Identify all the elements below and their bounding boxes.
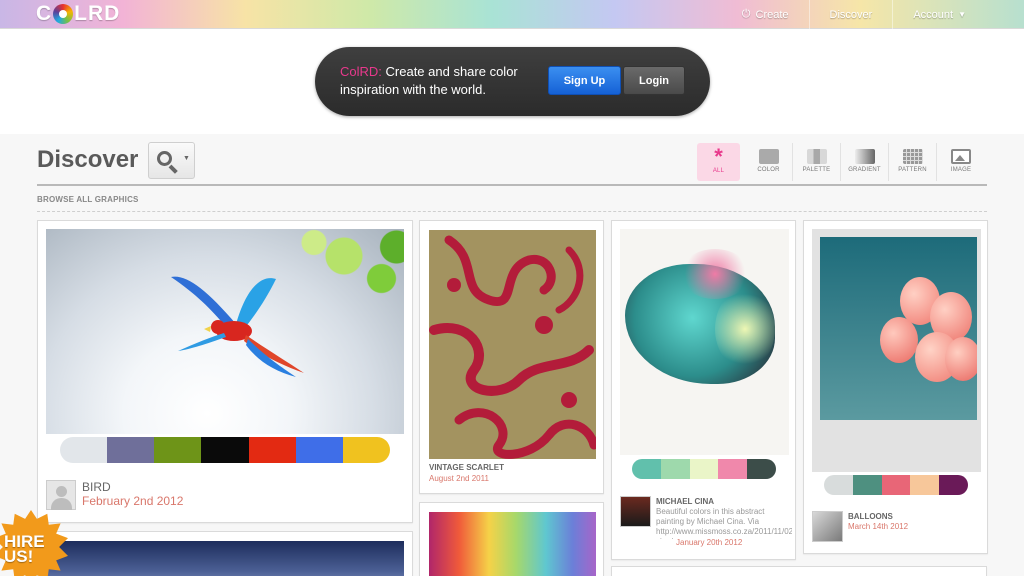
top-bar: C LRD ⏻ Create Discover Account ▼ bbox=[0, 0, 1024, 29]
logo-letters-lrd: LRD bbox=[74, 2, 121, 25]
filter-image[interactable]: IMAGE bbox=[937, 143, 985, 181]
vintage-scarlet-pattern[interactable] bbox=[429, 230, 596, 459]
caret-down-icon: ▼ bbox=[958, 10, 966, 19]
swatch-6[interactable] bbox=[295, 437, 343, 463]
chevron-down-icon: ▼ bbox=[183, 155, 190, 162]
abstract-painting-image[interactable] bbox=[620, 229, 789, 455]
balloon-3 bbox=[880, 317, 918, 363]
graphic-card-michael-cina[interactable]: MICHAEL CINA Beautiful colors in this ab… bbox=[611, 220, 796, 560]
swatch-2[interactable] bbox=[852, 475, 882, 495]
swatch-3[interactable] bbox=[689, 459, 719, 479]
filter-pattern[interactable]: PATTERN bbox=[889, 143, 937, 181]
swatch-2[interactable] bbox=[107, 437, 155, 463]
balloon-5 bbox=[945, 337, 977, 381]
nav-discover[interactable]: Discover bbox=[808, 0, 893, 29]
swatch-5[interactable] bbox=[747, 459, 776, 479]
swatch-5[interactable] bbox=[939, 475, 968, 495]
nav-create-label: Create bbox=[755, 8, 789, 21]
swatch-1[interactable] bbox=[60, 437, 108, 463]
color-icon bbox=[758, 149, 779, 164]
login-button[interactable]: Login bbox=[623, 66, 685, 95]
graphic-card-forest[interactable] bbox=[37, 531, 413, 576]
author-avatar[interactable] bbox=[620, 496, 651, 527]
asterisk-icon: * bbox=[714, 144, 723, 169]
palette-icon bbox=[806, 149, 827, 164]
graphic-type-filters: * ALL COLOR PALETTE GRADIENT PATTERN IMA… bbox=[697, 143, 985, 181]
search-dropdown-button[interactable]: ▼ bbox=[148, 142, 195, 179]
dashed-divider bbox=[37, 211, 987, 212]
swatch-4[interactable] bbox=[718, 459, 748, 479]
nav-create[interactable]: ⏻ Create bbox=[722, 0, 809, 29]
hire-us-text: HIRE US! bbox=[4, 533, 45, 566]
graphic-card-rainbow-gradient[interactable] bbox=[419, 502, 604, 576]
paint-blob-yellow bbox=[715, 289, 775, 369]
logo-letter-c: C bbox=[36, 2, 53, 25]
graphic-card-next[interactable] bbox=[611, 566, 987, 576]
color-wheel-icon bbox=[53, 4, 74, 24]
filter-color[interactable]: COLOR bbox=[745, 143, 793, 181]
signup-button[interactable]: Sign Up bbox=[548, 66, 621, 95]
swatch-4[interactable] bbox=[201, 437, 249, 463]
author-avatar[interactable] bbox=[46, 480, 76, 510]
pattern-icon bbox=[902, 149, 923, 164]
swatch-1[interactable] bbox=[632, 459, 661, 479]
signup-promo: ColRD: Create and share color inspiratio… bbox=[315, 47, 710, 116]
parrot-illustration bbox=[171, 276, 304, 377]
power-icon: ⏻ bbox=[741, 8, 751, 20]
author-avatar[interactable] bbox=[812, 511, 843, 542]
graphic-card-balloons[interactable]: BALLOONS March 14th 2012 bbox=[803, 220, 988, 554]
graphic-card-bird[interactable]: BIRD February 2nd 2012 bbox=[37, 220, 413, 523]
filter-color-label: COLOR bbox=[757, 167, 780, 173]
card-date: March 14th 2012 bbox=[848, 522, 909, 531]
search-icon bbox=[157, 151, 172, 166]
filter-palette-label: PALETTE bbox=[802, 167, 831, 173]
color-palette-swatches[interactable] bbox=[632, 459, 776, 479]
colrd-logo[interactable]: C LRD bbox=[36, 2, 121, 25]
swatch-1[interactable] bbox=[824, 475, 853, 495]
main-nav: ⏻ Create Discover Account ▼ bbox=[722, 0, 986, 29]
image-icon bbox=[951, 149, 971, 164]
promo-text: ColRD: Create and share color inspiratio… bbox=[340, 63, 540, 99]
graphic-card-vintage-scarlet[interactable]: VINTAGE SCARLET August 2nd 2011 bbox=[419, 220, 604, 494]
nav-discover-label: Discover bbox=[829, 8, 873, 21]
card-title[interactable]: MICHAEL CINA bbox=[656, 497, 714, 506]
filter-all[interactable]: * ALL bbox=[697, 143, 740, 181]
swatch-3[interactable] bbox=[881, 475, 911, 495]
filter-all-label: ALL bbox=[712, 168, 725, 174]
hire-us-badge[interactable]: HIRE US! bbox=[0, 510, 68, 576]
card-date: January 20th 2012 bbox=[676, 538, 743, 547]
card-description: Beautiful colors in this abstract painti… bbox=[656, 507, 792, 539]
gradient-icon bbox=[854, 149, 875, 164]
swatch-3[interactable] bbox=[154, 437, 202, 463]
bird-image[interactable] bbox=[46, 229, 404, 434]
card-title[interactable]: BIRD bbox=[82, 480, 111, 494]
balloons-image[interactable] bbox=[812, 229, 981, 472]
card-title[interactable]: VINTAGE SCARLET bbox=[429, 463, 504, 472]
card-date: August 2nd 2011 bbox=[429, 474, 489, 483]
card-date: February 2nd 2012 bbox=[82, 494, 184, 508]
swatch-5[interactable] bbox=[248, 437, 296, 463]
browse-label: BROWSE ALL GRAPHICS bbox=[37, 195, 139, 204]
swatch-4[interactable] bbox=[910, 475, 940, 495]
forest-image[interactable] bbox=[46, 541, 404, 576]
swatch-2[interactable] bbox=[660, 459, 690, 479]
filter-image-label: IMAGE bbox=[950, 167, 972, 173]
sky-background bbox=[820, 237, 977, 420]
filter-palette[interactable]: PALETTE bbox=[793, 143, 841, 181]
card-title[interactable]: BALLOONS bbox=[848, 512, 893, 521]
filter-pattern-label: PATTERN bbox=[898, 167, 927, 173]
rainbow-gradient-image[interactable] bbox=[429, 512, 596, 576]
page-title: Discover bbox=[37, 146, 139, 173]
nav-account[interactable]: Account ▼ bbox=[892, 0, 986, 29]
hire-line-2: US! bbox=[4, 547, 34, 566]
color-palette-swatches[interactable] bbox=[60, 437, 390, 463]
filter-gradient[interactable]: GRADIENT bbox=[841, 143, 889, 181]
filter-gradient-label: GRADIENT bbox=[848, 167, 881, 173]
nav-account-label: Account bbox=[913, 8, 954, 21]
swatch-7[interactable] bbox=[342, 437, 390, 463]
header-divider bbox=[37, 184, 987, 186]
search-icon-handle bbox=[168, 164, 178, 174]
color-palette-swatches[interactable] bbox=[824, 475, 968, 495]
promo-brand: ColRD: bbox=[340, 64, 382, 79]
